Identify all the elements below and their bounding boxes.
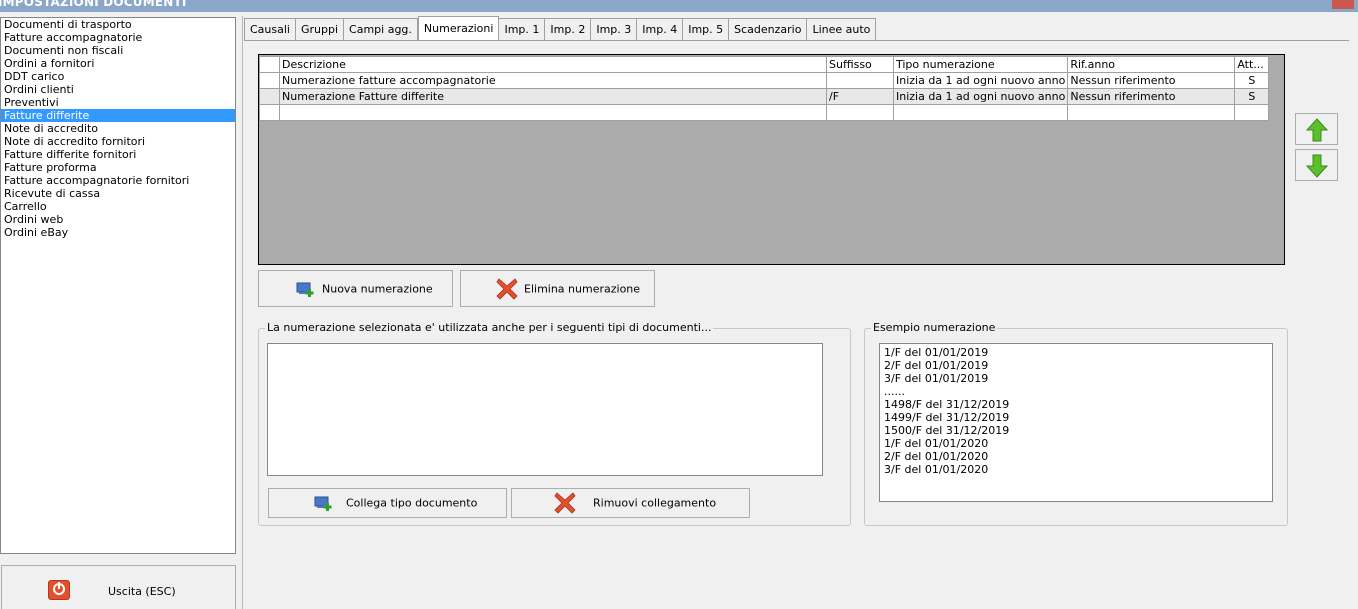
example-line: 1/F del 01/01/2020 [884, 437, 989, 450]
table-cell[interactable]: Inizia da 1 ad ogni nuovo anno [892, 88, 1069, 105]
row-header-cell[interactable] [259, 72, 280, 89]
table-cell[interactable] [1234, 104, 1270, 121]
tab-scadenzario[interactable]: Scadenzario [729, 18, 808, 40]
example-line: 2/F del 01/01/2020 [884, 450, 989, 463]
tab-imp-3[interactable]: Imp. 3 [591, 18, 638, 40]
sidebar-item[interactable]: Ricevute di cassa [1, 187, 235, 200]
example-line: 1498/F del 31/12/2019 [884, 398, 1010, 411]
table-row[interactable] [259, 104, 1270, 121]
power-icon [48, 580, 70, 600]
table-cell[interactable] [826, 72, 894, 89]
linked-documents-group-label: La numerazione selezionata e' utilizzata… [265, 321, 714, 334]
table-cell[interactable]: Numerazione Fatture differite [279, 88, 827, 105]
sidebar-item[interactable]: Note di accredito [1, 122, 235, 135]
delete-numbering-button[interactable]: Elimina numerazione [460, 270, 655, 307]
column-header[interactable]: Tipo numerazione [892, 56, 1069, 73]
delete-x-icon [496, 277, 518, 300]
table-cell[interactable]: Numerazione fatture accompagnatorie [279, 72, 827, 89]
table-row[interactable]: Numerazione Fatture differite/F Inizia da… [259, 88, 1270, 105]
window-titlebar: IMPOSTAZIONI DOCUMENTI [0, 0, 1358, 12]
add-icon [314, 496, 332, 511]
sidebar-item[interactable]: Ordini clienti [1, 83, 235, 96]
row-header-cell[interactable] [259, 104, 280, 121]
exit-button-label: Uscita (ESC) [108, 585, 176, 598]
example-line: 3/F del 01/01/2020 [884, 463, 989, 476]
tab-numerazioni[interactable]: Numerazioni [417, 16, 500, 40]
sidebar-item[interactable]: Fatture accompagnatorie [1, 31, 235, 44]
document-type-list[interactable]: Documenti di trasporto Fatture accompagna… [0, 17, 236, 554]
close-window-button[interactable] [1332, 0, 1354, 9]
example-line: 3/F del 01/01/2019 [884, 372, 989, 385]
numbering-grid[interactable]: Descrizione Suffisso Tipo numerazione Rif.a… [258, 54, 1285, 265]
move-up-button[interactable] [1295, 113, 1338, 145]
example-numbering-group: Esempio numerazione 1/F del 01/01/2019 2/… [864, 321, 1288, 526]
tab-imp-2[interactable]: Imp. 2 [545, 18, 592, 40]
remove-link-button[interactable]: Rimuovi collegamento [511, 488, 750, 518]
window-title: IMPOSTAZIONI DOCUMENTI [0, 0, 187, 9]
sidebar-item[interactable]: Fatture differite [1, 109, 235, 122]
column-header[interactable]: Rif.anno [1067, 56, 1236, 73]
sidebar-item[interactable]: Note di accredito fornitori [1, 135, 235, 148]
example-line: 2/F del 01/01/2019 [884, 359, 989, 372]
table-cell[interactable] [1067, 104, 1236, 121]
column-header[interactable]: Att... [1234, 56, 1270, 73]
table-cell[interactable] [826, 104, 894, 121]
sidebar-item[interactable]: Ordini a fornitori [1, 57, 235, 70]
sidebar-item[interactable]: Fatture differite fornitori [1, 148, 235, 161]
numbering-table: Descrizione Suffisso Tipo numerazione Rif.a… [259, 56, 1270, 121]
table-row[interactable]: Numerazione fatture accompagnatorie Inizi… [259, 72, 1270, 89]
tab-linee-auto[interactable]: Linee auto [807, 18, 877, 40]
tab-strip: Causali Gruppi Campi agg. Numerazioni Imp. 1… [244, 16, 877, 40]
table-cell[interactable]: /F [826, 88, 894, 105]
arrow-up-icon [1306, 118, 1328, 142]
table-cell[interactable]: Inizia da 1 ad ogni nuovo anno [892, 72, 1069, 89]
tab-gruppi[interactable]: Gruppi [295, 18, 345, 40]
column-header[interactable]: Descrizione [279, 56, 827, 73]
table-cell[interactable]: Nessun riferimento [1067, 88, 1236, 105]
tab-causali[interactable]: Causali [244, 18, 296, 40]
tab-campi-agg[interactable]: Campi agg. [344, 18, 418, 40]
sidebar-item[interactable]: Ordini eBay [1, 226, 235, 239]
tab-imp-4[interactable]: Imp. 4 [637, 18, 684, 40]
move-down-button[interactable] [1295, 149, 1338, 181]
example-line: ...... [884, 385, 905, 398]
remove-link-label: Rimuovi collegamento [593, 496, 717, 510]
sidebar-item[interactable]: Fatture accompagnatorie fornitori [1, 174, 235, 187]
table-cell[interactable] [892, 104, 1069, 121]
tab-divider [244, 40, 1349, 41]
sidebar-item[interactable]: Documenti di trasporto [1, 18, 235, 31]
new-numbering-button[interactable]: Nuova numerazione [258, 270, 453, 307]
add-icon [296, 282, 314, 297]
table-cell[interactable] [279, 104, 827, 121]
link-document-type-label: Collega tipo documento [346, 496, 478, 510]
tab-imp-1[interactable]: Imp. 1 [499, 18, 546, 40]
sidebar-item[interactable]: Ordini web [1, 213, 235, 226]
example-line: 1499/F del 31/12/2019 [884, 411, 1010, 424]
sidebar-item[interactable]: Documenti non fiscali [1, 44, 235, 57]
row-header-cell[interactable] [259, 88, 280, 105]
grid-corner-cell [259, 56, 280, 73]
example-numbering-group-label: Esempio numerazione [871, 321, 998, 334]
sidebar-item[interactable]: DDT carico [1, 70, 235, 83]
delete-numbering-label: Elimina numerazione [524, 282, 641, 295]
delete-x-icon [554, 492, 576, 514]
linked-documents-group: La numerazione selezionata e' utilizzata… [258, 321, 851, 526]
arrow-down-icon [1306, 154, 1328, 178]
example-line: 1500/F del 31/12/2019 [884, 424, 1010, 437]
table-cell[interactable]: S [1234, 88, 1270, 105]
table-cell[interactable]: S [1234, 72, 1270, 89]
example-numbering-list[interactable]: 1/F del 01/01/2019 2/F del 01/01/2019 3/F … [879, 343, 1273, 502]
column-header[interactable]: Suffisso [826, 56, 894, 73]
table-cell[interactable]: Nessun riferimento [1067, 72, 1236, 89]
new-numbering-label: Nuova numerazione [322, 282, 433, 295]
sidebar-item[interactable]: Carrello [1, 200, 235, 213]
sidebar-item[interactable]: Fatture proforma [1, 161, 235, 174]
link-document-type-button[interactable]: Collega tipo documento [268, 488, 507, 518]
example-line: 1/F del 01/01/2019 [884, 346, 989, 359]
sidebar-item[interactable]: Preventivi [1, 96, 235, 109]
linked-documents-list[interactable] [267, 343, 823, 476]
exit-button[interactable]: Uscita (ESC) [1, 565, 236, 609]
tab-imp-5[interactable]: Imp. 5 [683, 18, 730, 40]
